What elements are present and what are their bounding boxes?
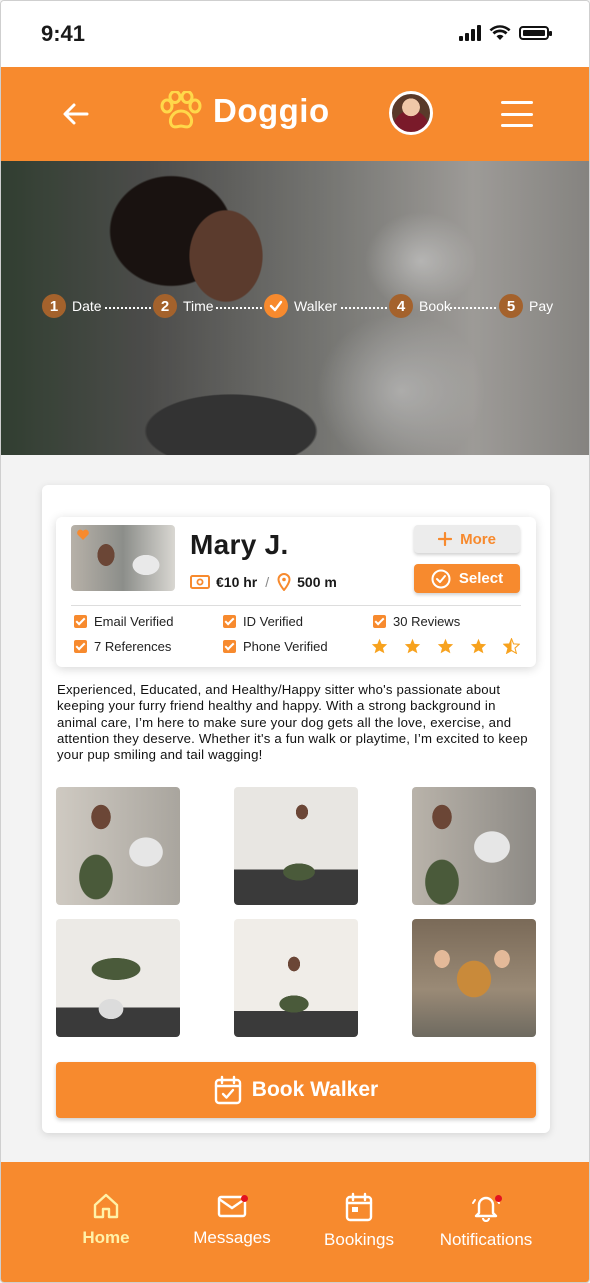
badge-id-verified: ID Verified	[223, 614, 303, 629]
nav-home[interactable]: Home	[41, 1192, 171, 1248]
gallery-photo[interactable]	[56, 787, 180, 905]
step-number: 2	[153, 294, 177, 318]
app-header: Doggio	[1, 67, 589, 161]
heart-icon[interactable]	[76, 528, 90, 542]
nav-notifications[interactable]: Notifications	[421, 1192, 551, 1250]
step-pay[interactable]: 5 Pay	[499, 294, 553, 318]
badge-label: 30 Reviews	[393, 614, 461, 629]
checkbox-icon	[223, 615, 236, 628]
step-connector	[216, 307, 262, 309]
checkbox-icon	[223, 640, 236, 653]
checkbox-icon	[74, 640, 87, 653]
nav-label: Home	[82, 1228, 130, 1247]
walker-card: Mary J. €10 hr / 500 m More Select Email…	[42, 485, 550, 1133]
calendar-check-icon	[214, 1075, 241, 1105]
bottom-nav: Home Messages Bookings Notifications	[1, 1162, 589, 1282]
badge-label: 7 References	[94, 639, 172, 654]
back-arrow-icon[interactable]	[61, 99, 91, 129]
badge-reviews[interactable]: 30 Reviews	[373, 614, 460, 629]
calendar-icon	[345, 1192, 373, 1222]
notifications-unread-dot	[495, 1195, 502, 1202]
select-label: Select	[458, 570, 504, 587]
step-connector	[450, 307, 496, 309]
step-walker[interactable]: Walker	[264, 294, 337, 318]
gallery-photo[interactable]	[234, 787, 358, 905]
checkbox-icon	[373, 615, 386, 628]
star-icon	[470, 638, 487, 654]
status-time: 9:41	[41, 21, 86, 46]
paw-icon	[160, 91, 202, 129]
money-icon	[190, 575, 210, 589]
step-time[interactable]: 2 Time	[153, 294, 214, 318]
step-connector	[341, 307, 387, 309]
checkbox-icon	[74, 615, 87, 628]
step-date[interactable]: 1 Date	[42, 294, 102, 318]
more-button[interactable]: More	[414, 525, 520, 553]
star-icon	[437, 638, 454, 654]
walker-price: €10 hr	[216, 574, 258, 590]
step-number: 4	[389, 294, 413, 318]
booking-steps: 1 Date 2 Time Walker 4 Book 5 Pay	[42, 294, 562, 322]
plus-icon	[438, 532, 453, 546]
brand-logo: Doggio	[159, 91, 330, 131]
profile-divider	[71, 605, 521, 606]
book-walker-label: Book Walker	[251, 1078, 379, 1101]
step-connector	[105, 307, 151, 309]
app-name: Doggio	[213, 92, 330, 129]
badge-email-verified: Email Verified	[74, 614, 173, 629]
meta-separator: /	[265, 574, 270, 590]
step-check-icon	[264, 294, 288, 318]
step-label: Pay	[529, 298, 554, 314]
walker-distance: 500 m	[297, 574, 337, 590]
walker-meta: €10 hr / 500 m	[190, 573, 337, 591]
step-label: Date	[72, 298, 102, 314]
star-half-icon	[503, 638, 520, 654]
badge-references: 7 References	[74, 639, 171, 654]
book-walker-button[interactable]: Book Walker	[56, 1062, 536, 1118]
step-label: Walker	[294, 298, 338, 314]
hamburger-menu-icon[interactable]	[501, 101, 533, 127]
nav-messages[interactable]: Messages	[167, 1192, 297, 1248]
step-number: 5	[499, 294, 523, 318]
home-icon	[93, 1193, 119, 1219]
location-pin-icon	[277, 573, 291, 591]
step-number: 1	[42, 294, 66, 318]
messages-unread-dot	[241, 1195, 248, 1202]
star-icon	[371, 638, 388, 654]
nav-label: Bookings	[324, 1230, 394, 1249]
status-bar: 9:41	[1, 1, 589, 67]
nav-label: Notifications	[439, 1230, 533, 1249]
walker-description: Experienced, Educated, and Healthy/Happy…	[57, 682, 528, 763]
step-label: Time	[183, 298, 214, 314]
select-button[interactable]: Select	[414, 564, 520, 593]
walker-profile: Mary J. €10 hr / 500 m More Select Email…	[56, 517, 536, 667]
signal-icon	[459, 25, 481, 41]
app-frame: 9:41 Doggio 1 Date 2 Time Walker 4 Book …	[0, 0, 590, 1283]
more-label: More	[460, 530, 496, 548]
badge-phone-verified: Phone Verified	[223, 639, 328, 654]
check-circle-icon	[431, 569, 451, 588]
gallery-photo[interactable]	[56, 919, 180, 1037]
rating-stars	[371, 638, 520, 654]
badge-label: Phone Verified	[243, 639, 328, 654]
status-icons	[459, 25, 552, 41]
gallery-photo[interactable]	[234, 919, 358, 1037]
step-book[interactable]: 4 Book	[389, 294, 451, 318]
step-label: Book	[419, 298, 451, 314]
user-avatar[interactable]	[389, 91, 433, 135]
nav-label: Messages	[193, 1228, 271, 1247]
star-icon	[404, 638, 421, 654]
gallery-photo[interactable]	[412, 919, 536, 1037]
gallery-photo[interactable]	[412, 787, 536, 905]
wifi-icon	[489, 25, 511, 40]
battery-icon	[519, 26, 552, 40]
nav-bookings[interactable]: Bookings	[294, 1192, 424, 1250]
badge-label: Email Verified	[94, 614, 174, 629]
walker-name: Mary J.	[190, 529, 289, 560]
badge-label: ID Verified	[243, 614, 303, 629]
